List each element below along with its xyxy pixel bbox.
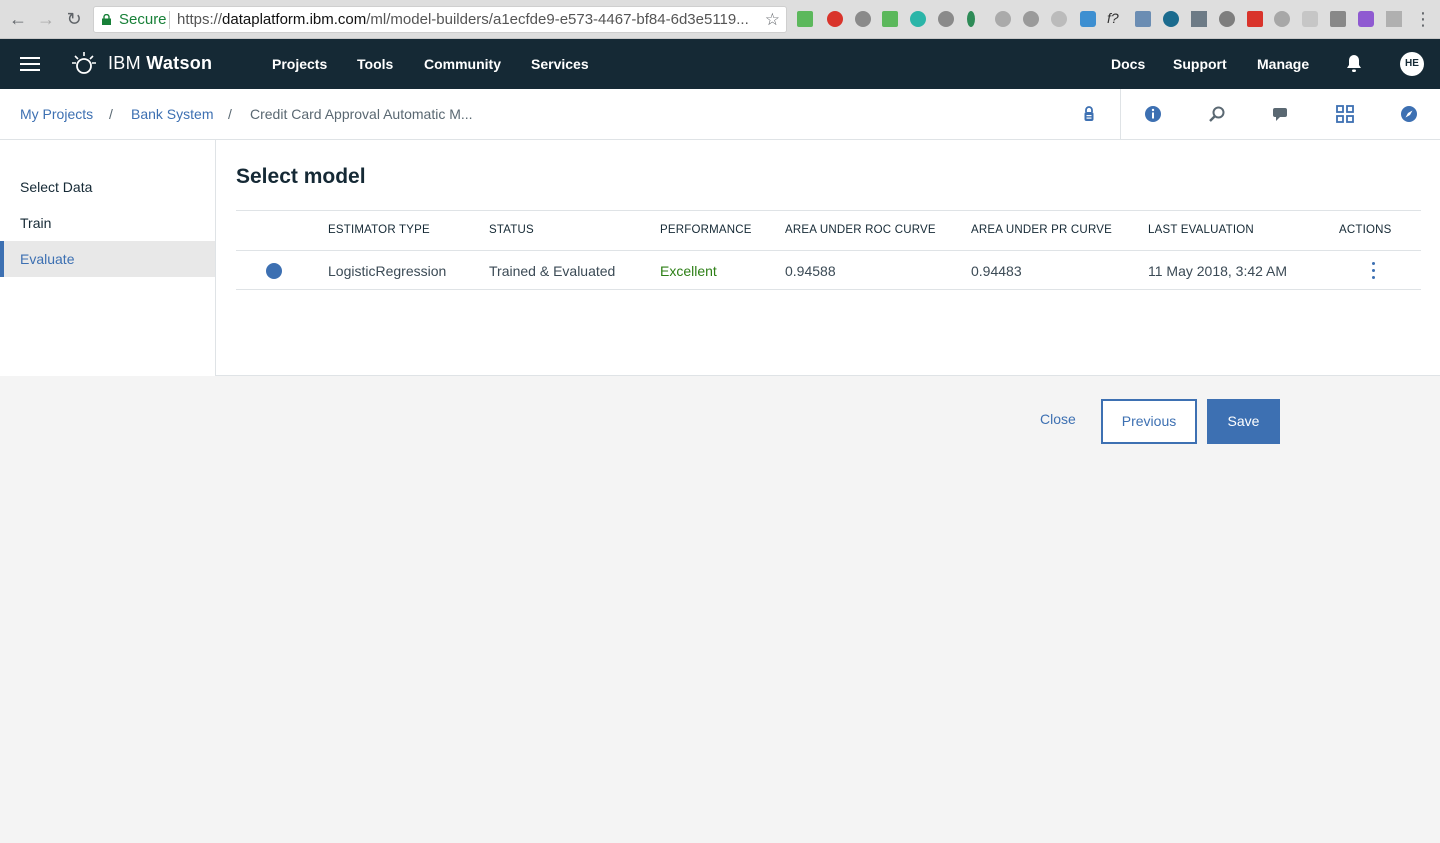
address-bar[interactable]: Secure https://dataplatform.ibm.com/ml/m… — [93, 6, 787, 33]
hamburger-menu-icon[interactable] — [20, 57, 40, 71]
extension-cors-icon[interactable] — [1247, 11, 1263, 27]
sidebar-item-train[interactable]: Train — [0, 205, 215, 241]
extension-pen-icon[interactable] — [1135, 11, 1151, 27]
extension-beta-icon[interactable] — [882, 11, 898, 27]
extension-abp-icon[interactable] — [855, 11, 871, 27]
column-header-estimator[interactable]: ESTIMATOR TYPE — [328, 224, 430, 236]
cell-last-evaluation: 11 May 2018, 3:42 AM — [1148, 263, 1288, 279]
sidebar-item-evaluate[interactable]: Evaluate — [0, 241, 215, 277]
cell-status: Trained & Evaluated — [489, 263, 616, 279]
table-row[interactable]: LogisticRegression Trained & Evaluated E… — [236, 250, 1421, 290]
breadcrumb-current-model: Credit Card Approval Automatic M... — [250, 106, 473, 122]
column-header-roc[interactable]: AREA UNDER ROC CURVE — [785, 224, 936, 236]
cell-pr: 0.94483 — [971, 263, 1022, 279]
lock-icon — [102, 14, 111, 25]
extension-ublock-icon[interactable] — [827, 11, 843, 27]
url-host: dataplatform.ibm.com — [222, 11, 367, 28]
breadcrumb-my-projects[interactable]: My Projects — [20, 106, 93, 122]
extension-w-icon[interactable] — [1386, 11, 1402, 27]
reload-icon[interactable]: ↻ — [63, 8, 85, 30]
extension-k-icon[interactable] — [1023, 11, 1039, 27]
url-path: /ml/model-builders/a1ecfde9-e573-4467-bf… — [366, 11, 749, 28]
row-actions-kebab-icon[interactable] — [1368, 262, 1378, 282]
toolbar-divider — [1120, 89, 1121, 140]
notification-bell-icon[interactable] — [1346, 54, 1362, 73]
nav-support[interactable]: Support — [1173, 56, 1227, 72]
extension-tool-icon[interactable] — [995, 11, 1011, 27]
nav-projects[interactable]: Projects — [272, 56, 327, 72]
column-header-pr[interactable]: AREA UNDER PR CURVE — [971, 224, 1112, 236]
extension-monitor-icon[interactable] — [1330, 11, 1346, 27]
extension-fx-icon[interactable]: f? — [1107, 11, 1123, 27]
secure-label: Secure — [119, 11, 167, 28]
nav-manage[interactable]: Manage — [1257, 56, 1309, 72]
column-header-actions: ACTIONS — [1339, 224, 1392, 236]
nav-tools[interactable]: Tools — [357, 56, 393, 72]
url-text: https://dataplatform.ibm.com/ml/model-bu… — [177, 7, 749, 32]
model-radio-selected[interactable] — [266, 263, 282, 279]
user-avatar[interactable]: HE — [1400, 52, 1424, 76]
model-table: ESTIMATOR TYPE STATUS PERFORMANCE AREA U… — [236, 210, 1421, 290]
extension-new-icon[interactable] — [797, 11, 813, 27]
lock-settings-icon[interactable] — [1080, 105, 1098, 123]
extension-rw-icon[interactable] — [1358, 11, 1374, 27]
extension-react-icon[interactable] — [1163, 11, 1179, 27]
compass-icon[interactable] — [1400, 105, 1418, 123]
breadcrumb-bank-system[interactable]: Bank System — [131, 106, 213, 122]
browser-menu-icon[interactable]: ⋮ — [1412, 8, 1434, 30]
extension-v-icon[interactable] — [1191, 11, 1207, 27]
info-icon[interactable] — [1144, 105, 1162, 123]
column-header-last-evaluation[interactable]: LAST EVALUATION — [1148, 224, 1254, 236]
brand-ibm: IBM — [108, 53, 141, 73]
forward-arrow-icon[interactable]: → — [35, 8, 57, 30]
breadcrumb-separator: / — [109, 106, 113, 122]
column-header-performance[interactable]: PERFORMANCE — [660, 224, 752, 236]
nav-services[interactable]: Services — [531, 56, 589, 72]
extension-target-icon[interactable] — [1219, 11, 1235, 27]
close-button[interactable]: Close — [1040, 411, 1076, 427]
browser-toolbar: ← → ↻ Secure https://dataplatform.ibm.co… — [0, 0, 1440, 39]
cell-roc: 0.94588 — [785, 263, 836, 279]
extension-pin-icon[interactable] — [967, 11, 975, 27]
extension-hat-icon[interactable] — [1274, 11, 1290, 27]
cell-performance: Excellent — [660, 263, 717, 279]
previous-button[interactable]: Previous — [1101, 399, 1197, 444]
steps-sidebar: Select Data Train Evaluate — [0, 140, 216, 376]
watson-logo-icon — [72, 52, 96, 74]
apps-grid-icon[interactable] — [1336, 105, 1354, 123]
brand-watson: Watson — [146, 53, 213, 73]
page-title: Select model — [236, 165, 366, 188]
sidebar-item-select-data[interactable]: Select Data — [0, 169, 215, 205]
save-button[interactable]: Save — [1207, 399, 1280, 444]
product-brand[interactable]: IBM Watson — [108, 53, 212, 74]
breadcrumb: My Projects / Bank System / Credit Card … — [0, 89, 1440, 140]
omnibox-divider — [169, 11, 170, 29]
nav-docs[interactable]: Docs — [1111, 56, 1145, 72]
extension-ring-icon[interactable] — [1051, 11, 1067, 27]
bookmark-star-icon[interactable]: ☆ — [765, 7, 780, 32]
breadcrumb-separator: / — [228, 106, 232, 122]
cell-estimator: LogisticRegression — [328, 263, 447, 279]
extension-square-icon[interactable] — [1302, 11, 1318, 27]
extension-gear-icon[interactable] — [938, 11, 954, 27]
top-navigation: IBM Watson Projects Tools Community Serv… — [0, 39, 1440, 89]
comments-icon[interactable] — [1272, 105, 1290, 123]
main-panel: Select model ESTIMATOR TYPE STATUS PERFO… — [216, 140, 1440, 376]
table-header: ESTIMATOR TYPE STATUS PERFORMANCE AREA U… — [236, 210, 1421, 250]
column-header-status[interactable]: STATUS — [489, 224, 534, 236]
nav-community[interactable]: Community — [424, 56, 501, 72]
url-scheme: https:// — [177, 11, 223, 28]
back-arrow-icon[interactable]: ← — [7, 8, 29, 30]
extension-m-icon[interactable] — [910, 11, 926, 27]
search-data-icon[interactable] — [1208, 105, 1226, 123]
extension-badge-icon[interactable] — [1080, 11, 1096, 27]
